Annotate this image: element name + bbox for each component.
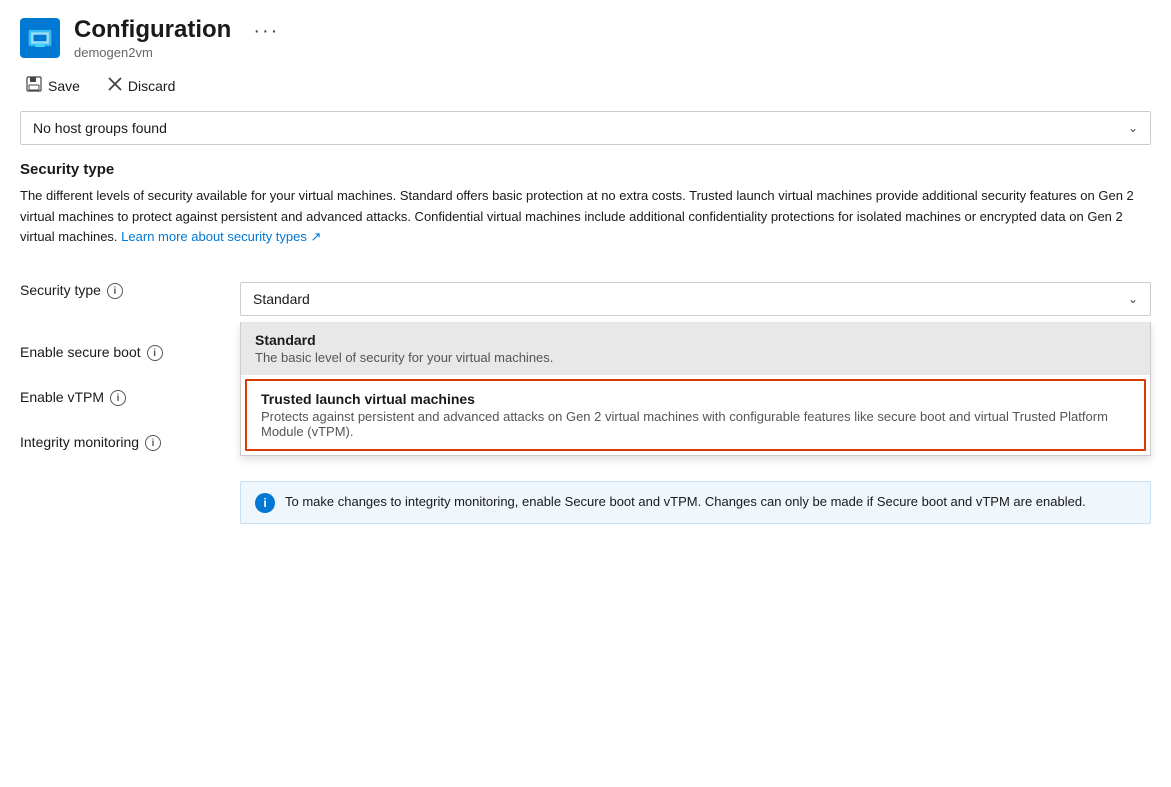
secure-boot-info-icon[interactable]: i: [147, 345, 163, 361]
info-bar-message: To make changes to integrity monitoring,…: [285, 492, 1086, 512]
dropdown-option-trusted-launch-title: Trusted launch virtual machines: [261, 391, 1130, 407]
external-link-icon: ↗: [311, 229, 322, 244]
page-header: Configuration demogen2vm ···: [0, 0, 1171, 66]
vtpm-info-icon[interactable]: i: [110, 390, 126, 406]
chevron-down-icon: ⌄: [1128, 292, 1138, 306]
page-subtitle: demogen2vm: [74, 45, 231, 60]
page-title: Configuration: [74, 16, 231, 45]
integrity-monitoring-info-icon[interactable]: i: [145, 435, 161, 451]
content-area: Security type The different levels of se…: [0, 161, 1171, 524]
dropdown-option-standard-desc: The basic level of security for your vir…: [255, 350, 1136, 365]
dropdown-option-standard[interactable]: Standard The basic level of security for…: [241, 322, 1150, 375]
learn-more-link[interactable]: Learn more about security types ↗: [121, 229, 321, 244]
discard-label: Discard: [128, 78, 175, 94]
info-bar: i To make changes to integrity monitorin…: [240, 481, 1151, 524]
page-menu-button[interactable]: ···: [253, 20, 279, 43]
security-section-title: Security type: [20, 161, 1151, 178]
dropdown-option-trusted-launch-desc: Protects against persistent and advanced…: [261, 409, 1130, 439]
toolbar: Save Discard: [0, 66, 1171, 111]
discard-button[interactable]: Discard: [102, 73, 181, 100]
info-bar-icon: i: [255, 493, 275, 513]
page-title-block: Configuration demogen2vm: [74, 16, 231, 60]
dropdown-option-standard-title: Standard: [255, 332, 1136, 348]
security-type-value: Standard: [253, 291, 310, 307]
host-groups-dropdown[interactable]: No host groups found ⌄: [20, 111, 1151, 145]
page-icon: [20, 18, 60, 58]
form-grid: Security type i Standard ⌄ Standard The …: [20, 268, 1151, 465]
form-label-integrity-monitoring: Integrity monitoring i: [20, 420, 240, 465]
security-type-select[interactable]: Standard ⌄: [240, 282, 1151, 316]
security-type-control: Standard ⌄ Standard The basic level of s…: [240, 268, 1151, 330]
host-groups-value: No host groups found: [33, 120, 167, 136]
dropdown-option-trusted-launch[interactable]: Trusted launch virtual machines Protects…: [245, 379, 1146, 451]
form-label-vtpm: Enable vTPM i: [20, 375, 240, 420]
form-label-security-type: Security type i: [20, 268, 240, 330]
form-label-secure-boot: Enable secure boot i: [20, 330, 240, 375]
security-section-description: The different levels of security availab…: [20, 186, 1151, 248]
save-label: Save: [48, 78, 80, 94]
security-type-dropdown-menu: Standard The basic level of security for…: [240, 322, 1151, 456]
save-icon: [26, 76, 42, 97]
discard-icon: [108, 77, 122, 96]
security-type-info-icon[interactable]: i: [107, 283, 123, 299]
chevron-down-icon: ⌄: [1128, 121, 1138, 135]
save-button[interactable]: Save: [20, 72, 86, 101]
